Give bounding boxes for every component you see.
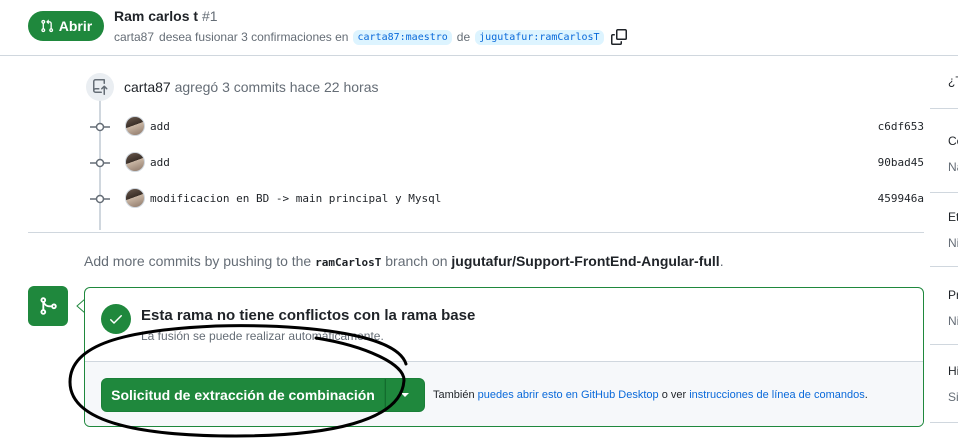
avatar[interactable] [125,188,145,208]
push-info-repo[interactable]: jugutafur/Support-FrontEnd-Angular-full [451,253,719,269]
repo-push-icon [86,73,114,101]
sidebar: ¿T Ce Na Et Ni Pr Ni Hi Sin [930,56,958,440]
pr-subtitle: carta87 desea fusionar 3 confirmaciones … [114,29,627,45]
pr-author[interactable]: carta87 [114,30,154,44]
push-info-middle: branch on [385,253,448,269]
commit-row: add c6df653 [90,116,924,138]
state-badge: Abrir [28,11,104,41]
merge-alternatives: También puedes abrir esto en GitHub Desk… [433,389,868,401]
pr-title-text: Ram carlos t [114,8,199,24]
commit-sha[interactable]: c6df653 [878,120,924,133]
commit-dot-icon [90,122,110,132]
also-end: . [864,389,868,401]
pr-merge-text: desea fusionar 3 confirmaciones en [159,30,349,44]
sidebar-item-value: Ni [948,236,958,250]
commit-row: modificacion en BD -> main principal y M… [90,188,924,210]
push-info: Add more commits by pushing to the ramCa… [84,253,724,269]
merge-status-title: Esta rama no tiene conflictos con la ram… [141,307,476,324]
base-branch[interactable]: carta87:maestro [353,29,452,45]
sidebar-divider [930,344,958,345]
also-prefix: También [433,389,475,401]
event-description: agregó 3 commits hace 22 horas [174,79,379,95]
copy-icon[interactable] [610,29,627,45]
merge-status: Esta rama no tiene conflictos con la ram… [85,288,923,362]
merge-status-subtitle: La fusión se puede realizar automáticame… [141,329,384,343]
head-branch[interactable]: jugutafur:ramCarlosT [475,29,604,45]
sidebar-divider [930,192,958,193]
push-info-branch: ramCarlosT [315,256,382,269]
sidebar-divider [930,422,958,423]
sidebar-item-label[interactable]: Et [948,210,958,224]
from-text: de [456,30,471,44]
timeline-divider [28,232,924,233]
sidebar-item-label[interactable]: Pr [948,288,958,302]
avatar[interactable] [125,116,145,136]
merge-pull-request-button[interactable]: Solicitud de extracción de combinación [101,378,385,412]
sidebar-item-value: Ni [948,314,958,328]
commit-dot-icon [90,194,110,204]
sidebar-divider [930,108,958,109]
pr-number: #1 [201,8,218,24]
sidebar-item-label[interactable]: Hi [948,364,958,378]
state-label: Abrir [58,18,93,34]
push-info-suffix: . [719,253,724,269]
avatar[interactable] [125,152,145,172]
commit-message[interactable]: add [150,156,170,169]
git-merge-icon [28,286,68,326]
sidebar-item-value: Na [948,160,958,174]
sidebar-item-label[interactable]: Ce [948,134,958,148]
merge-actions: Solicitud de extracción de combinación T… [85,362,923,426]
commit-dot-icon [90,158,110,168]
sidebar-item-value: Sin [948,390,958,404]
or-text: o ver [661,389,687,401]
pr-title: Ram carlos t #1 [114,8,218,24]
check-icon [101,304,131,334]
commit-message[interactable]: add [150,120,170,133]
event-author[interactable]: carta87 [124,79,171,95]
pull-request-icon [41,19,53,33]
sidebar-divider [930,266,958,267]
commit-message[interactable]: modificacion en BD -> main principal y M… [150,192,441,205]
merge-options-dropdown[interactable] [385,378,425,412]
merge-box: Esta rama no tiene conflictos con la ram… [84,287,924,427]
push-info-prefix: Add more commits by pushing to the [84,253,312,269]
commit-row: add 90bad45 [90,152,924,174]
github-desktop-link[interactable]: puedes abrir esto en GitHub Desktop [478,389,659,401]
pr-header: Abrir Ram carlos t #1 carta87 desea fusi… [0,0,958,56]
commit-sha[interactable]: 90bad45 [878,156,924,169]
sidebar-item-label[interactable]: ¿T [948,74,958,88]
command-line-instructions-link[interactable]: instrucciones de línea de comandos [689,389,865,401]
commits-event: carta87 agregó 3 commits hace 22 horas [124,79,378,95]
commit-sha[interactable]: 459946a [878,192,924,205]
triangle-down-icon [401,393,409,397]
